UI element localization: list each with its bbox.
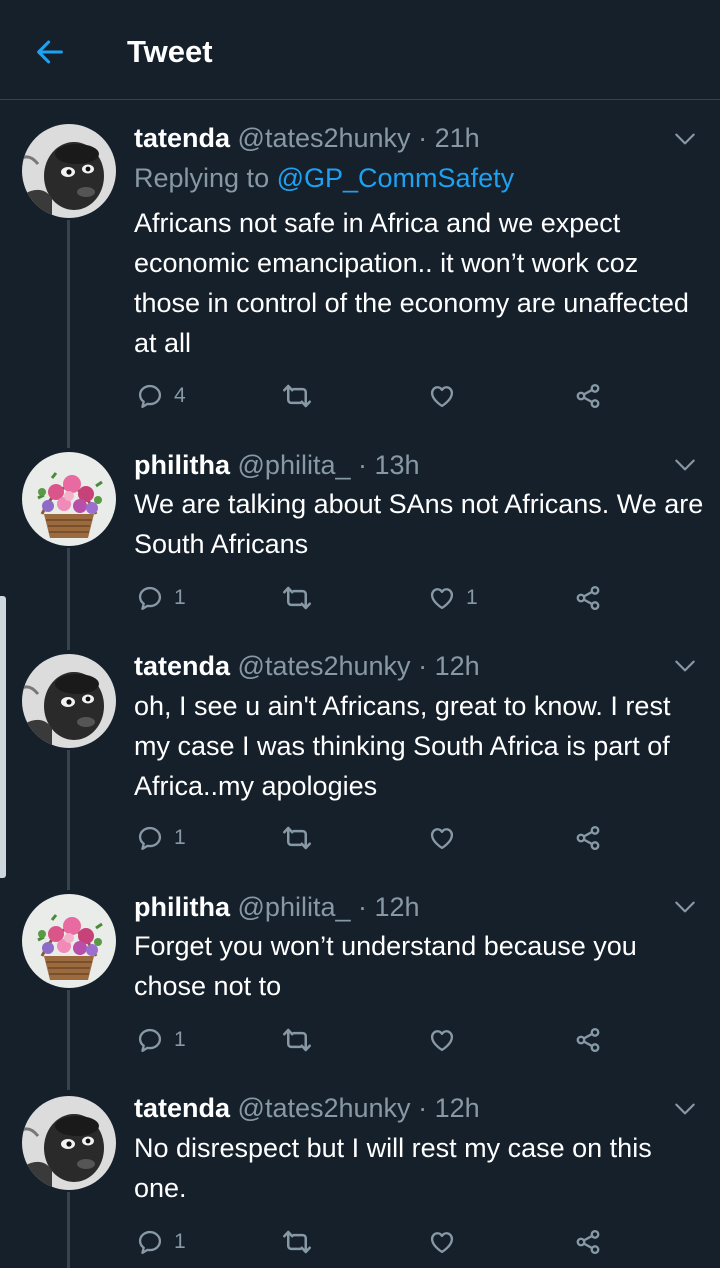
share-button[interactable]: [574, 380, 602, 412]
reply-count: 1: [174, 586, 186, 609]
heart-icon: [428, 382, 456, 410]
tweet-text: oh, I see u ain't Africans, great to kno…: [134, 691, 671, 801]
arrow-left-icon: [37, 40, 63, 64]
chevron-down-icon: [672, 452, 698, 478]
top-bar: Tweet: [0, 0, 720, 100]
mention-link[interactable]: @GP_CommSafety: [277, 163, 514, 193]
reply-button[interactable]: 1: [136, 1024, 186, 1056]
reply-icon: [136, 824, 164, 852]
share-button[interactable]: [574, 1024, 602, 1056]
tweet-menu-button[interactable]: [672, 653, 698, 679]
retweet-button[interactable]: [282, 1024, 312, 1056]
tweet-menu-button[interactable]: [672, 126, 698, 152]
like-button[interactable]: [428, 1226, 456, 1258]
retweet-button[interactable]: [282, 1226, 312, 1258]
tweet-header: philitha @philita_ · 13h: [134, 447, 420, 483]
scroll-indicator[interactable]: [0, 596, 6, 878]
retweet-button[interactable]: [282, 380, 312, 412]
reply-count: 1: [174, 1028, 186, 1051]
tweet-header: tatenda @tates2hunky · 12h: [134, 648, 480, 684]
chevron-down-icon: [672, 1096, 698, 1122]
tweet-header: tatenda @tates2hunky · 21h: [134, 120, 480, 156]
reply-icon: [136, 1026, 164, 1054]
chevron-down-icon: [672, 894, 698, 920]
avatar[interactable]: [22, 894, 116, 988]
display-name[interactable]: philitha: [134, 450, 230, 480]
like-count: 1: [466, 586, 478, 609]
timestamp: · 13h: [358, 450, 420, 480]
share-button[interactable]: [574, 822, 602, 854]
tweet-header: tatenda @tates2hunky · 12h: [134, 1090, 480, 1126]
replying-to-label: Replying to: [134, 163, 270, 193]
tweet-menu-button[interactable]: [672, 1096, 698, 1122]
display-name[interactable]: philitha: [134, 892, 230, 922]
chevron-down-icon: [672, 126, 698, 152]
retweet-icon: [282, 381, 312, 411]
heart-icon: [428, 824, 456, 852]
retweet-icon: [282, 1025, 312, 1055]
share-button[interactable]: [574, 582, 602, 614]
page-title: Tweet: [127, 34, 213, 69]
timestamp: · 12h: [418, 1093, 480, 1123]
retweet-icon: [282, 583, 312, 613]
tweet-text: We are talking about SAns not Africans. …: [134, 489, 704, 559]
like-button[interactable]: [428, 1024, 456, 1056]
like-button[interactable]: [428, 380, 456, 412]
user-handle[interactable]: @philita_: [238, 450, 351, 480]
avatar[interactable]: [22, 452, 116, 546]
avatar[interactable]: [22, 1096, 116, 1190]
heart-icon: [428, 584, 456, 612]
tweet-text: Forget you won’t understand because you …: [134, 931, 637, 1001]
retweet-button[interactable]: [282, 822, 312, 854]
tweet-header: philitha @philita_ · 12h: [134, 889, 420, 925]
timestamp: · 21h: [418, 123, 480, 153]
share-icon: [574, 382, 602, 410]
share-icon: [574, 584, 602, 612]
display-name[interactable]: tatenda: [134, 1093, 230, 1123]
thread-line: [67, 548, 70, 650]
user-handle[interactable]: @tates2hunky: [238, 123, 411, 153]
replying-to: Replying to @GP_CommSafety: [134, 160, 514, 196]
timestamp: · 12h: [358, 892, 420, 922]
user-handle[interactable]: @philita_: [238, 892, 351, 922]
avatar[interactable]: [22, 124, 116, 218]
chevron-down-icon: [672, 653, 698, 679]
reply-button[interactable]: 1: [136, 1226, 186, 1258]
share-icon: [574, 824, 602, 852]
retweet-icon: [282, 823, 312, 853]
share-button[interactable]: [574, 1226, 602, 1258]
tweet-text: No disrespect but I will rest my case on…: [134, 1133, 652, 1203]
avatar[interactable]: [22, 654, 116, 748]
reply-button[interactable]: 1: [136, 822, 186, 854]
tweet-menu-button[interactable]: [672, 452, 698, 478]
retweet-icon: [282, 1227, 312, 1257]
thread-line: [67, 990, 70, 1090]
reply-icon: [136, 584, 164, 612]
heart-icon: [428, 1228, 456, 1256]
display-name[interactable]: tatenda: [134, 123, 230, 153]
reply-count: 4: [174, 384, 186, 407]
thread-line: [67, 220, 70, 448]
display-name[interactable]: tatenda: [134, 651, 230, 681]
like-button[interactable]: 1: [428, 582, 478, 614]
reply-button[interactable]: 4: [136, 380, 186, 412]
share-icon: [574, 1228, 602, 1256]
reply-button[interactable]: 1: [136, 582, 186, 614]
thread-line: [67, 750, 70, 890]
reply-count: 1: [174, 1230, 186, 1253]
timestamp: · 12h: [418, 651, 480, 681]
user-handle[interactable]: @tates2hunky: [238, 1093, 411, 1123]
reply-icon: [136, 382, 164, 410]
thread-line: [67, 1192, 70, 1268]
reply-icon: [136, 1228, 164, 1256]
tweet-menu-button[interactable]: [672, 894, 698, 920]
like-button[interactable]: [428, 822, 456, 854]
retweet-button[interactable]: [282, 582, 312, 614]
tweet-text: Africans not safe in Africa and we expec…: [134, 208, 689, 358]
heart-icon: [428, 1026, 456, 1054]
share-icon: [574, 1026, 602, 1054]
back-button[interactable]: [28, 30, 72, 74]
user-handle[interactable]: @tates2hunky: [238, 651, 411, 681]
reply-count: 1: [174, 826, 186, 849]
